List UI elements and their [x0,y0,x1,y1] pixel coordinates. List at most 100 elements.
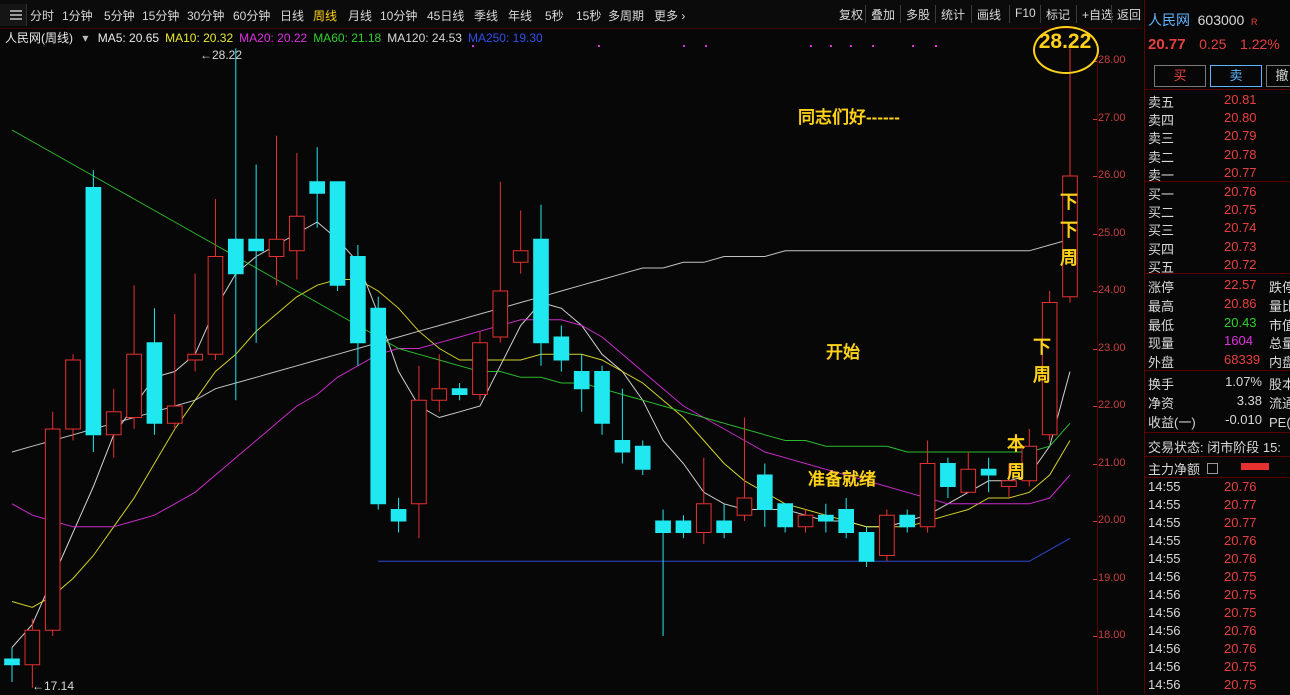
candle[interactable] [146,308,163,435]
candle[interactable] [390,498,407,533]
quote-label: 外盘 [1148,355,1175,371]
quote-label: 14:56 [1148,587,1181,602]
candle[interactable] [736,417,753,522]
candle[interactable] [411,365,427,539]
period-tab[interactable]: 1分钟 [62,7,93,24]
candle[interactable] [166,314,183,429]
candle[interactable] [126,285,142,429]
candle[interactable] [960,452,977,493]
candle[interactable] [858,526,875,567]
candle-body [879,514,895,556]
candle-body [268,238,285,257]
candle[interactable] [614,388,631,464]
quote-row: 换手 1.07% 股本 [1148,374,1290,392]
candle[interactable] [350,245,366,366]
candle[interactable] [370,296,387,510]
annotation-start: 开始 [826,343,860,362]
toolbar-action-button[interactable]: 多股 [903,6,933,23]
quote-row: 14:55 20.76 [1148,533,1290,551]
buy-button[interactable]: 买 [1154,65,1206,87]
period-tab[interactable]: 更多 › [654,7,685,24]
period-tab[interactable]: 月线 [348,7,372,24]
candle[interactable] [451,383,468,401]
candle-body [818,514,834,522]
candle-body [960,468,977,493]
period-tab[interactable]: 日线 [280,7,304,24]
high-price-marker: ←28.22 [200,48,243,62]
toolbar-action-button[interactable]: 返回 [1114,6,1144,23]
period-tab[interactable]: 45日线 [427,7,464,24]
period-tab[interactable]: 60分钟 [233,7,270,24]
period-tab[interactable]: 多周期 [608,7,644,24]
candle[interactable] [309,147,326,228]
candle[interactable] [899,509,916,533]
toolbar-action-button[interactable]: F10 [1012,6,1039,20]
candle[interactable] [756,463,773,527]
period-tab[interactable]: 30分钟 [187,7,224,24]
axis-tick-label: 19.00 [1098,571,1126,584]
toolbar-separator [1076,5,1077,23]
candle[interactable] [777,503,793,533]
menu-grip-icon[interactable] [0,4,27,26]
candle[interactable] [797,509,814,533]
legend-dropdown-icon[interactable]: ▾ [82,31,88,45]
candle[interactable] [533,204,549,366]
candle-body [695,503,712,533]
candle[interactable] [919,440,936,533]
list-icon[interactable] [1206,463,1218,474]
candle[interactable] [716,503,732,539]
candle[interactable] [472,331,488,401]
candle[interactable] [431,354,448,412]
sell-button[interactable]: 卖 [1210,65,1262,87]
toolbar-action-button[interactable]: 统计 [938,6,968,23]
period-tab[interactable]: 年线 [508,7,532,24]
candle[interactable] [187,273,203,372]
candle[interactable] [289,153,305,280]
period-tab[interactable]: 5秒 [545,7,564,24]
quote-value: 68339 [1224,352,1261,368]
candle[interactable] [838,498,855,539]
period-tab[interactable]: 周线 [313,7,337,24]
price-row: 20.77 0.25 1.22% [1148,36,1290,54]
cancel-order-button[interactable]: 撤 [1266,65,1290,87]
period-tab[interactable]: 季线 [474,7,498,24]
period-tab[interactable]: 15分钟 [142,7,179,24]
candle[interactable] [492,181,509,343]
toolbar-action-button[interactable]: 叠加 [868,6,898,23]
candle[interactable] [207,199,224,360]
candle[interactable] [227,48,244,401]
candle[interactable] [65,354,81,441]
candle[interactable] [4,647,20,683]
period-tab[interactable]: 5分钟 [104,7,135,24]
candle[interactable] [268,135,285,286]
candle[interactable] [329,181,346,291]
candle[interactable] [594,365,610,435]
candle[interactable] [24,618,41,688]
period-tab[interactable]: 10分钟 [380,7,417,24]
kline-chart[interactable] [0,44,1097,694]
toolbar-action-button[interactable]: 画线 [974,6,1004,23]
axis-tick-label: 26.00 [1098,169,1126,181]
candle-body [858,532,875,562]
candle[interactable] [940,457,956,498]
candle[interactable] [512,210,529,274]
candle[interactable] [573,354,590,412]
axis-tick-label: 18.00 [1098,629,1126,641]
candle[interactable] [980,457,997,493]
toolbar-action-button[interactable]: 标记 [1043,6,1073,23]
candle[interactable] [818,503,834,533]
candle[interactable] [553,325,570,372]
candle[interactable] [695,457,712,544]
divider [1145,432,1290,433]
candle[interactable] [85,170,102,452]
candle[interactable] [879,509,895,562]
toolbar-action-button[interactable]: 复权 [836,6,866,23]
period-tab[interactable]: 15秒 [576,7,601,24]
event-marker-dot [705,45,707,47]
candle[interactable] [655,509,671,637]
candle[interactable] [634,440,651,476]
period-tab[interactable]: 分时 [30,7,54,24]
candle[interactable] [44,411,61,636]
divider [1145,370,1290,371]
candle[interactable] [675,515,692,539]
